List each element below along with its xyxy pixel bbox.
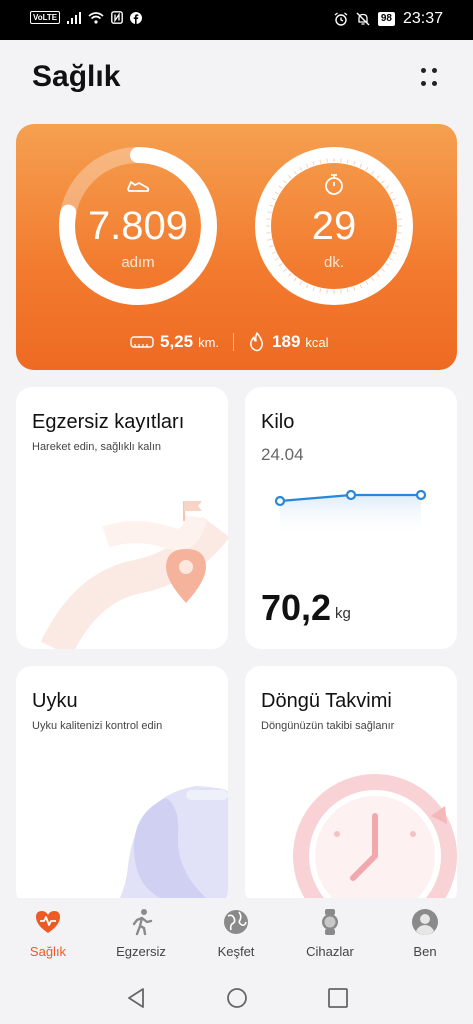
nfc-icon bbox=[111, 11, 124, 24]
volte-badge: VoLTE bbox=[30, 11, 61, 24]
distance-unit: km. bbox=[198, 334, 220, 350]
alarm-icon bbox=[334, 12, 348, 26]
steps-ring[interactable]: 7.809 adım bbox=[58, 146, 218, 306]
steps-value: 7.809 bbox=[87, 204, 189, 248]
steps-unit: adım bbox=[121, 254, 155, 271]
stopwatch-icon bbox=[325, 174, 343, 195]
sleep-card[interactable]: Uyku Uyku kalitenizi kontrol edin bbox=[16, 666, 228, 906]
clock-illustration bbox=[293, 774, 457, 906]
cycle-calendar-card[interactable]: Döngü Takvimi Döngünüzün takibi sağlanır bbox=[245, 666, 457, 906]
moon-illustration bbox=[116, 786, 228, 906]
flame-icon bbox=[250, 332, 263, 352]
wifi-icon bbox=[88, 11, 104, 24]
nav-item-egzersiz[interactable]: Egzersiz bbox=[101, 898, 181, 968]
status-right: 98 23:37 bbox=[334, 10, 443, 28]
recents-icon[interactable] bbox=[326, 986, 350, 1010]
activity-summary: 5,25 km. 189 kcal bbox=[130, 332, 329, 352]
nav-label-kesfet: Keşfet bbox=[217, 944, 255, 959]
minutes-ring[interactable]: 29 dk. bbox=[254, 146, 414, 306]
mute-bell-icon bbox=[356, 12, 370, 26]
home-icon[interactable] bbox=[225, 986, 249, 1010]
weight-value: 70,2 bbox=[261, 587, 332, 628]
distance-value: 5,25 bbox=[160, 332, 194, 351]
nav-item-saglik[interactable]: Sağlık bbox=[8, 898, 88, 968]
weight-unit: kg bbox=[335, 605, 351, 622]
distance-icon bbox=[130, 336, 154, 348]
globe-icon bbox=[224, 910, 248, 934]
person-icon bbox=[412, 909, 438, 935]
nav-label-egzersiz: Egzersiz bbox=[116, 944, 166, 959]
exercise-records-card[interactable]: Egzersiz kayıtları Hareket edin, sağlıkl… bbox=[16, 387, 228, 649]
watch-icon bbox=[322, 909, 338, 935]
signal-icon bbox=[67, 11, 82, 24]
nav-item-cihazlar[interactable]: Cihazlar bbox=[290, 898, 370, 968]
minutes-value: 29 bbox=[311, 204, 357, 248]
clock-time: 23:37 bbox=[402, 10, 443, 27]
summary-divider bbox=[233, 333, 235, 351]
weight-trend-chart bbox=[274, 489, 427, 537]
shoe-icon bbox=[127, 181, 150, 192]
weight-date: 24.04 bbox=[261, 445, 304, 464]
page-title: Sağlık bbox=[32, 60, 121, 93]
more-options-icon[interactable] bbox=[419, 66, 439, 88]
calories-value: 189 bbox=[272, 332, 301, 351]
system-navigation-bar bbox=[0, 968, 473, 1024]
runner-icon bbox=[132, 909, 153, 936]
battery-level: 98 bbox=[377, 12, 395, 26]
status-left: VoLTE bbox=[30, 11, 143, 24]
nav-label-ben: Ben bbox=[413, 944, 437, 959]
minutes-unit: dk. bbox=[323, 254, 344, 271]
calories-unit: kcal bbox=[305, 334, 329, 350]
nav-item-ben[interactable]: Ben bbox=[385, 898, 465, 968]
weight-card[interactable]: Kilo 24.04 70,2 kg bbox=[245, 387, 457, 649]
nav-item-kesfet[interactable]: Keşfet bbox=[196, 898, 276, 968]
weight-card-title: Kilo bbox=[261, 411, 295, 433]
nav-label-cihazlar: Cihazlar bbox=[306, 944, 354, 959]
heart-icon bbox=[36, 911, 60, 933]
status-bar: VoLTE 98 23:37 bbox=[0, 0, 473, 40]
back-icon[interactable] bbox=[124, 986, 148, 1010]
route-map-illustration bbox=[40, 501, 228, 649]
bottom-navigation: Sağlık Egzersiz Keşfet Cihazlar Ben bbox=[0, 898, 473, 968]
facebook-icon bbox=[130, 11, 143, 24]
activity-card[interactable]: 7.809 adım 29 dk. 5,25 km. 189 kcal bbox=[16, 124, 457, 370]
nav-label-saglik: Sağlık bbox=[29, 944, 67, 959]
